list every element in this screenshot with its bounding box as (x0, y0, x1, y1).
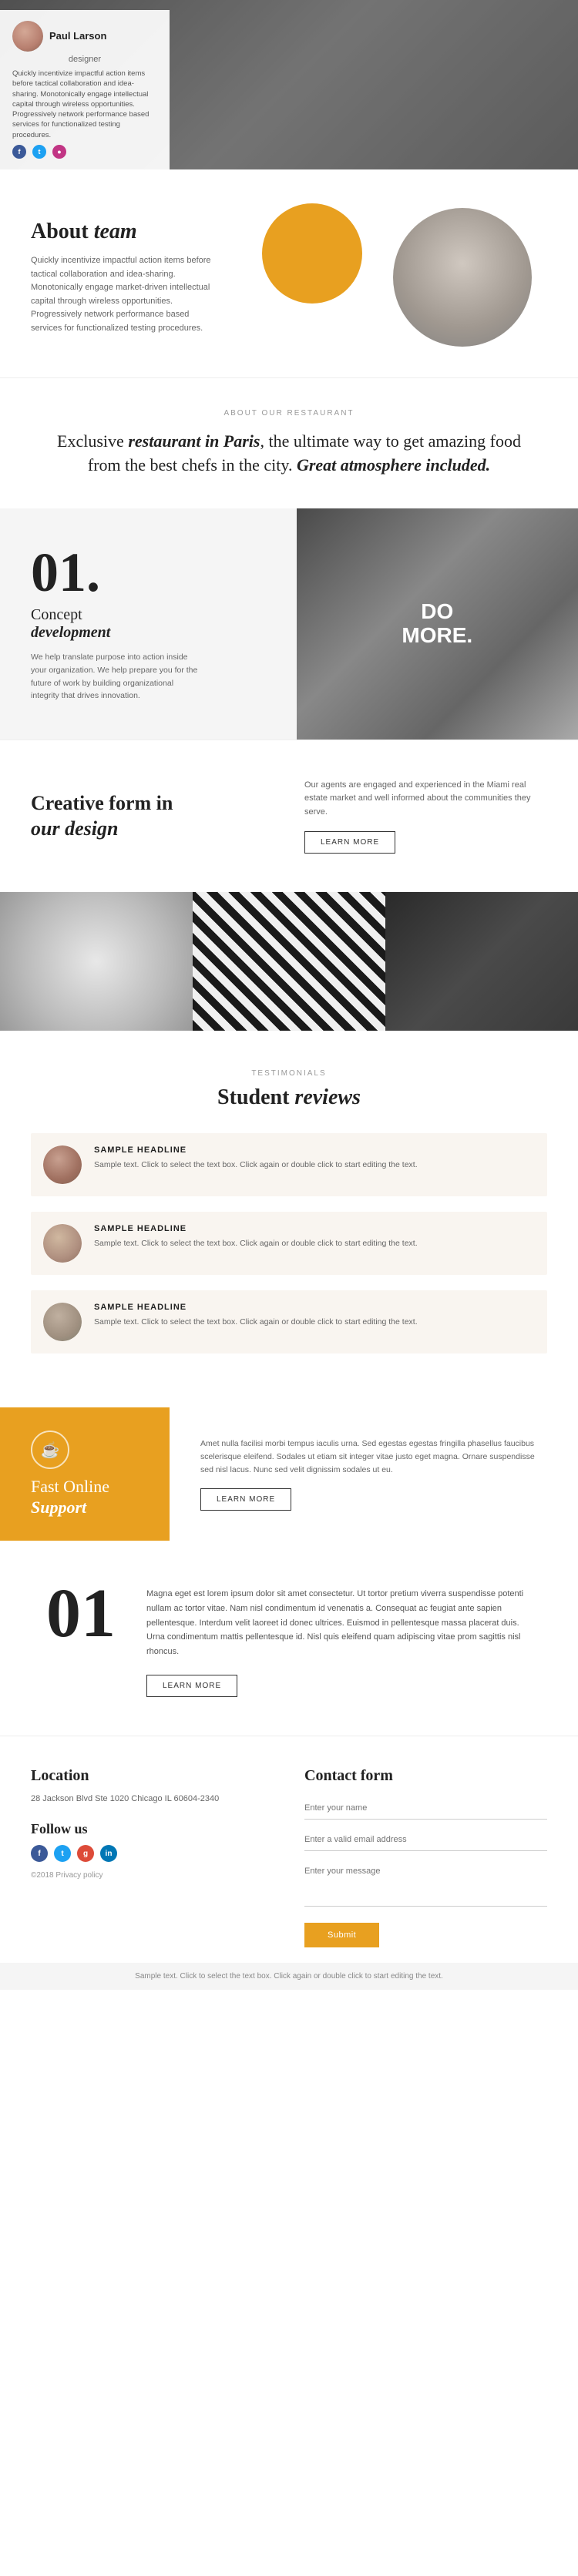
testimonial-headline-3: SAMPLE HEADLINE (94, 1303, 418, 1312)
image-cell-3 (385, 892, 578, 1031)
image-cell-1 (0, 892, 193, 1031)
bottom-bar: Sample text. Click to select the text bo… (0, 1963, 578, 1990)
creative-right: Our agents are engaged and experienced i… (304, 779, 547, 854)
number-feature-number: 01 (46, 1579, 116, 1649)
number-feature-learn-more-button[interactable]: LEARN MORE (146, 1675, 237, 1697)
linkedin-follow-icon[interactable]: in (100, 1845, 117, 1862)
creative-text: Our agents are engaged and experienced i… (304, 779, 547, 820)
about-image (393, 208, 532, 347)
bottom-bar-text: Sample text. Click to select the text bo… (135, 1972, 443, 1981)
twitter-icon[interactable]: t (32, 145, 46, 159)
testimonial-content-3: SAMPLE HEADLINE Sample text. Click to se… (94, 1303, 418, 1329)
restaurant-quote: Exclusive restaurant in Paris, the ultim… (46, 430, 532, 478)
hero-role: designer (12, 55, 157, 64)
support-text: Amet nulla facilisi morbi tempus iaculis… (200, 1437, 547, 1476)
testimonial-avatar-1 (43, 1145, 82, 1184)
testimonial-item: SAMPLE HEADLINE Sample text. Click to se… (31, 1290, 547, 1353)
testimonial-headline-2: SAMPLE HEADLINE (94, 1224, 418, 1233)
follow-heading: Follow us (31, 1821, 274, 1837)
location-heading: Location (31, 1767, 274, 1785)
testimonial-text-3: Sample text. Click to select the text bo… (94, 1317, 418, 1329)
support-learn-more-button[interactable]: LEARN MORE (200, 1488, 291, 1511)
testimonials-section: TESTIMONIALS Student reviews SAMPLE HEAD… (0, 1031, 578, 1407)
creative-left: Creative form inour design (31, 790, 274, 843)
restaurant-label: ABOUT OUR RESTAURANT (46, 409, 532, 418)
support-icon-circle: ☕ (31, 1431, 69, 1469)
number-feature-section: 01 Magna eget est lorem ipsum dolor sit … (0, 1541, 578, 1735)
footer-left: Location 28 Jackson Blvd Ste 1020 Chicag… (31, 1767, 274, 1947)
creative-learn-more-button[interactable]: LEARN MORE (304, 831, 395, 854)
googleplus-follow-icon[interactable]: g (77, 1845, 94, 1862)
number-feature-text: Magna eget est lorem ipsum dolor sit ame… (146, 1587, 532, 1659)
contact-name-input[interactable] (304, 1797, 547, 1820)
contact-form-heading: Contact form (304, 1767, 547, 1785)
feature-number: 01. (31, 545, 266, 600)
image-dark (385, 892, 578, 1031)
image-zebra (193, 892, 385, 1031)
testimonial-headline-1: SAMPLE HEADLINE (94, 1145, 418, 1155)
feature-section: 01. Conceptdevelopment We help translate… (0, 508, 578, 740)
number-feature-content: Magna eget est lorem ipsum dolor sit ame… (146, 1579, 532, 1696)
footer-section: Location 28 Jackson Blvd Ste 1020 Chicag… (0, 1736, 578, 1963)
image-cell-2 (193, 892, 385, 1031)
support-section: ☕ Fast OnlineSupport Amet nulla facilisi… (0, 1407, 578, 1541)
footer-right: Contact form Submit (304, 1767, 547, 1947)
hero-name: Paul Larson (49, 30, 106, 42)
creative-heading: Creative form inour design (31, 790, 274, 843)
contact-message-input[interactable] (304, 1860, 547, 1907)
hero-card: Paul Larson designer Quickly incentivize… (0, 10, 170, 169)
hero-text: Quickly incentivize impactful action ite… (12, 69, 157, 140)
testimonial-item: SAMPLE HEADLINE Sample text. Click to se… (31, 1133, 547, 1196)
testimonial-avatar-2 (43, 1224, 82, 1263)
about-section: About team Quickly incentivize impactful… (0, 169, 578, 377)
testimonial-avatar-3 (43, 1303, 82, 1341)
support-heading: Fast OnlineSupport (31, 1477, 139, 1518)
about-text: Quickly incentivize impactful action ite… (31, 254, 216, 336)
about-heading: About team (31, 219, 378, 245)
location-address: 28 Jackson Blvd Ste 1020 Chicago IL 6060… (31, 1793, 274, 1806)
hero-section: Paul Larson designer Quickly incentivize… (0, 0, 578, 169)
follow-icons: f t g in (31, 1845, 274, 1862)
about-left: About team Quickly incentivize impactful… (31, 219, 378, 335)
image-spiral (0, 892, 193, 1031)
facebook-icon[interactable]: f (12, 145, 26, 159)
testimonial-item: SAMPLE HEADLINE Sample text. Click to se… (31, 1212, 547, 1275)
testimonial-text-1: Sample text. Click to select the text bo… (94, 1159, 418, 1172)
support-left: ☕ Fast OnlineSupport (0, 1407, 170, 1541)
testimonial-content-2: SAMPLE HEADLINE Sample text. Click to se… (94, 1224, 418, 1250)
feature-left: 01. Conceptdevelopment We help translate… (0, 508, 297, 740)
feature-desc: We help translate purpose into action in… (31, 651, 200, 703)
copyright-text: ©2018 Privacy policy (31, 1871, 274, 1880)
testimonials-heading: Student reviews (31, 1085, 547, 1110)
contact-submit-button[interactable]: Submit (304, 1923, 379, 1947)
testimonials-label: TESTIMONIALS (31, 1069, 547, 1078)
creative-section: Creative form inour design Our agents ar… (0, 740, 578, 893)
support-right: Amet nulla facilisi morbi tempus iaculis… (170, 1407, 578, 1541)
testimonial-content-1: SAMPLE HEADLINE Sample text. Click to se… (94, 1145, 418, 1172)
contact-email-input[interactable] (304, 1829, 547, 1851)
do-more-text: DOMORE. (402, 600, 472, 648)
about-right (393, 208, 547, 347)
feature-title: Conceptdevelopment (31, 606, 266, 642)
feature-right: DOMORE. (297, 508, 578, 740)
avatar (12, 21, 43, 52)
twitter-follow-icon[interactable]: t (54, 1845, 71, 1862)
do-more-image: DOMORE. (297, 508, 578, 740)
images-row (0, 892, 578, 1031)
restaurant-section: ABOUT OUR RESTAURANT Exclusive restauran… (0, 377, 578, 508)
social-links: f t ● (12, 145, 157, 159)
testimonial-text-2: Sample text. Click to select the text bo… (94, 1238, 418, 1250)
headphone-icon: ☕ (41, 1441, 60, 1460)
instagram-icon[interactable]: ● (52, 145, 66, 159)
facebook-follow-icon[interactable]: f (31, 1845, 48, 1862)
